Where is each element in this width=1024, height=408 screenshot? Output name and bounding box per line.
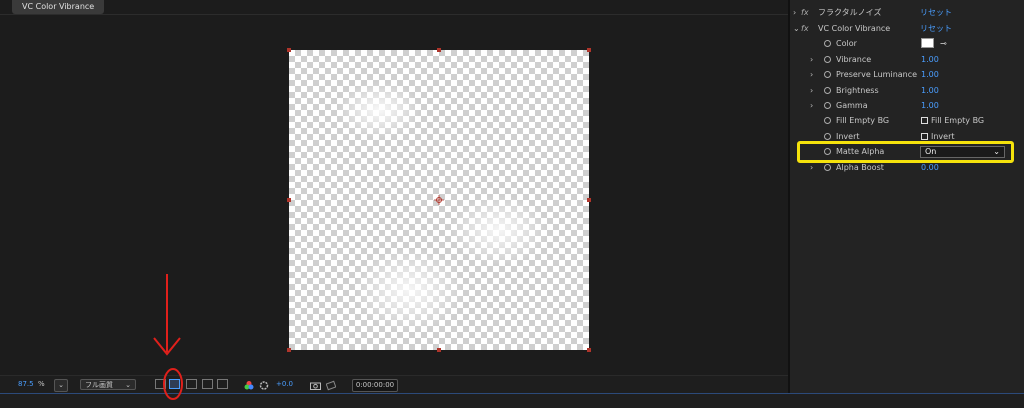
invert-checkbox[interactable] xyxy=(921,133,928,140)
property-label: Gamma xyxy=(836,101,868,110)
stopwatch-icon[interactable] xyxy=(824,148,831,155)
fx-icon[interactable]: fx xyxy=(801,5,809,20)
property-color: Color ⊸ xyxy=(790,36,1024,51)
handle-bottom-right[interactable] xyxy=(587,348,591,352)
chevron-right-icon[interactable]: › xyxy=(793,5,796,20)
transparency-grid-icon[interactable] xyxy=(169,379,180,389)
timecode-display[interactable]: 0:00:00:00 xyxy=(352,379,398,392)
property-alpha-boost: › Alpha Boost 0.00 xyxy=(790,160,1024,175)
composition-canvas[interactable] xyxy=(287,48,591,352)
property-value[interactable]: 1.00 xyxy=(921,98,939,113)
property-fill-empty-bg: Fill Empty BG Fill Empty BG xyxy=(790,113,1024,128)
property-brightness: › Brightness 1.00 xyxy=(790,83,1024,98)
chevron-right-icon[interactable]: › xyxy=(810,83,813,98)
composition-tab[interactable]: VC Color Vibrance xyxy=(12,0,105,14)
property-label: Matte Alpha xyxy=(836,147,885,156)
property-value[interactable]: 1.00 xyxy=(921,67,939,82)
matte-alpha-select[interactable]: On ⌄ xyxy=(920,146,1005,158)
handle-top-left[interactable] xyxy=(287,48,291,52)
property-label: Invert xyxy=(836,132,860,141)
effect-name: フラクタルノイズ xyxy=(818,8,882,17)
region-of-interest-icon[interactable] xyxy=(202,379,213,389)
snapshot-icon[interactable] xyxy=(310,380,321,391)
effect-vc-color-vibrance[interactable]: ⌄ fx VC Color Vibrance リセット xyxy=(790,21,1024,36)
effect-fractal-noise[interactable]: › fx フラクタルノイズ リセット xyxy=(790,5,1024,20)
handle-middle-right[interactable] xyxy=(587,198,591,202)
fast-preview-icon[interactable] xyxy=(155,379,166,389)
property-label: Brightness xyxy=(836,86,879,95)
composition-panel: VC Color Vibrance 87.5 % ⌄ フル画質 ⌄ +0.0 0… xyxy=(0,0,788,394)
anchor-point-icon[interactable] xyxy=(434,195,444,205)
resolution-label: フル画質 xyxy=(85,381,113,389)
property-value[interactable]: 1.00 xyxy=(921,52,939,67)
grid-guides-icon[interactable] xyxy=(217,379,228,389)
property-label: Vibrance xyxy=(836,55,872,64)
stopwatch-icon[interactable] xyxy=(824,102,831,109)
property-value[interactable]: 1.00 xyxy=(921,83,939,98)
handle-top-right[interactable] xyxy=(587,48,591,52)
checkbox-label: Fill Empty BG xyxy=(931,116,985,125)
stopwatch-icon[interactable] xyxy=(824,117,831,124)
stopwatch-icon[interactable] xyxy=(824,164,831,171)
property-invert: Invert Invert xyxy=(790,129,1024,144)
handle-top-center[interactable] xyxy=(437,48,441,52)
reset-link[interactable]: リセット xyxy=(920,5,952,20)
stopwatch-icon[interactable] xyxy=(824,133,831,140)
zoom-value[interactable]: 87.5 xyxy=(18,379,34,390)
zoom-dropdown[interactable]: ⌄ xyxy=(54,379,68,392)
property-vibrance: › Vibrance 1.00 xyxy=(790,52,1024,67)
zoom-unit: % xyxy=(38,380,45,388)
tab-strip xyxy=(0,14,788,15)
color-swatch[interactable] xyxy=(921,38,934,48)
show-snapshot-icon[interactable] xyxy=(326,380,336,391)
effect-name: VC Color Vibrance xyxy=(818,24,891,33)
chevron-right-icon[interactable]: › xyxy=(810,160,813,175)
eyedropper-icon[interactable]: ⊸ xyxy=(940,36,947,51)
stopwatch-icon[interactable] xyxy=(824,87,831,94)
timeline-border xyxy=(0,393,1024,408)
fx-icon[interactable]: fx xyxy=(801,21,809,36)
property-matte-alpha: Matte Alpha On ⌄ xyxy=(790,144,1024,159)
mask-visibility-icon[interactable] xyxy=(186,379,197,389)
property-label: Color xyxy=(836,39,857,48)
chevron-down-icon[interactable]: ⌄ xyxy=(793,21,800,36)
reset-link[interactable]: リセット xyxy=(920,21,952,36)
chevron-right-icon[interactable]: › xyxy=(810,98,813,113)
chevron-right-icon[interactable]: › xyxy=(810,67,813,82)
chevron-down-icon: ⌄ xyxy=(993,147,1000,156)
exposure-value[interactable]: +0.0 xyxy=(276,379,293,390)
chevron-right-icon[interactable]: › xyxy=(810,52,813,67)
handle-bottom-center[interactable] xyxy=(437,348,441,352)
resolution-dropdown[interactable]: フル画質 ⌄ xyxy=(80,379,136,390)
handle-bottom-left[interactable] xyxy=(287,348,291,352)
fill-empty-bg-checkbox[interactable] xyxy=(921,117,928,124)
property-label: Fill Empty BG xyxy=(836,116,890,125)
property-gamma: › Gamma 1.00 xyxy=(790,98,1024,113)
stopwatch-icon[interactable] xyxy=(824,40,831,47)
viewer-toolbar: 87.5 % ⌄ フル画質 ⌄ +0.0 0:00:00:00 xyxy=(0,375,788,394)
property-value[interactable]: 0.00 xyxy=(921,160,939,175)
color-management-icon[interactable] xyxy=(259,380,269,391)
property-label: Alpha Boost xyxy=(836,163,884,172)
stopwatch-icon[interactable] xyxy=(824,56,831,63)
color-channels-icon[interactable] xyxy=(244,380,254,391)
checkbox-label: Invert xyxy=(931,132,955,141)
stopwatch-icon[interactable] xyxy=(824,71,831,78)
chevron-down-icon: ⌄ xyxy=(125,381,131,389)
effect-controls-panel: › fx フラクタルノイズ リセット ⌄ fx VC Color Vibranc… xyxy=(790,0,1024,393)
select-value: On xyxy=(925,147,937,156)
property-label: Preserve Luminance xyxy=(836,70,918,79)
handle-middle-left[interactable] xyxy=(287,198,291,202)
property-preserve-luminance: › Preserve Luminance 1.00 xyxy=(790,67,1024,82)
